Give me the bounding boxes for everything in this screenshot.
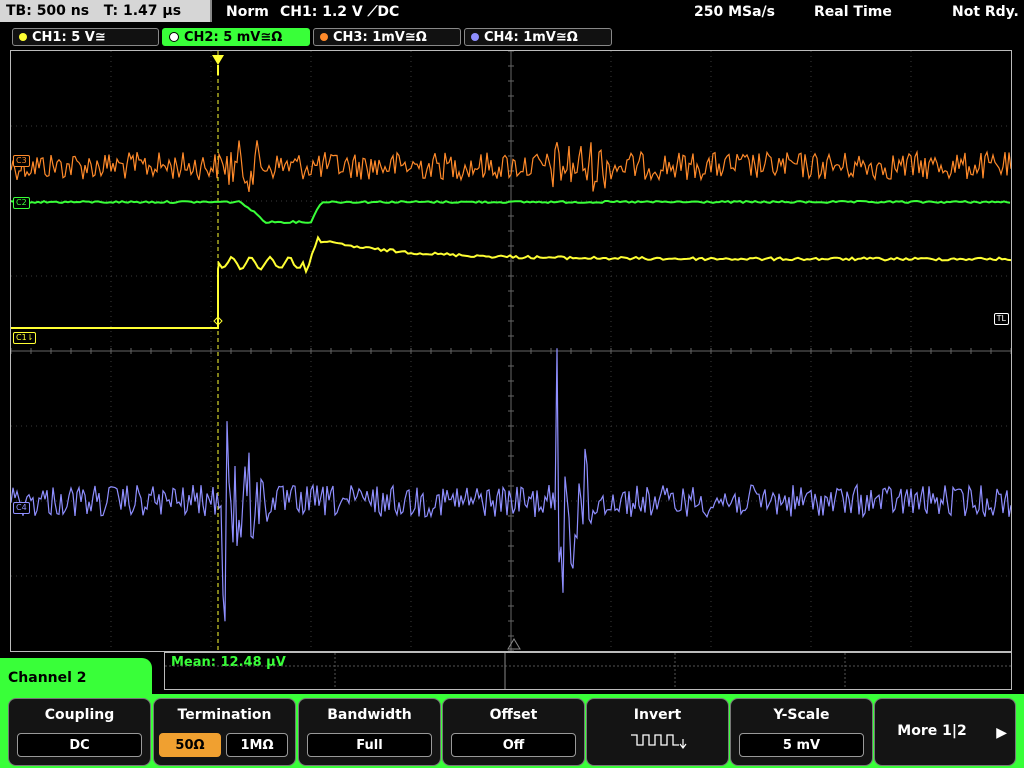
more-softkey[interactable]: More 1|2 ▶ [874, 698, 1016, 766]
coupling-value[interactable]: DC [17, 733, 142, 757]
ch4-color-dot [471, 32, 479, 41]
tab-ch2[interactable]: CH2: 5 mV≅Ω [162, 28, 310, 46]
tab-ch3[interactable]: CH3: 1mV≅Ω [313, 28, 461, 46]
termination-1m-ohm-option[interactable]: 1MΩ [226, 733, 288, 757]
more-label: More 1|2 [897, 723, 967, 739]
tab-ch1-label: CH1: 5 V≅ [32, 30, 106, 45]
coupling-label: Coupling [44, 707, 115, 723]
ch1-offset-marker[interactable]: C1⇂ [13, 332, 37, 344]
tab-ch2-label: CH2: 5 mV≅Ω [184, 30, 283, 45]
tab-ch4-label: CH4: 1mV≅Ω [484, 30, 578, 45]
bandwidth-softkey[interactable]: Bandwidth Full [298, 698, 441, 766]
trigger-position-marker-icon[interactable] [212, 55, 224, 65]
channel-tabs: CH1: 5 V≅ CH2: 5 mV≅Ω CH3: 1mV≅Ω CH4: 1m… [0, 26, 1024, 48]
ch3-color-dot [320, 32, 328, 41]
invert-waveform-icon [631, 734, 687, 749]
offset-value[interactable]: Off [451, 733, 576, 757]
ch4-offset-marker[interactable]: C4 [13, 502, 30, 514]
menu-title: Channel 2 [0, 658, 152, 698]
measurement-panel: Mean: 12.48 µV [164, 652, 1012, 690]
timebase-value: TB: 500 ns [6, 3, 90, 19]
trigger-position: T: 1.47 µs [103, 3, 182, 19]
y-scale-label: Y-Scale [773, 707, 830, 723]
tab-ch4[interactable]: CH4: 1mV≅Ω [464, 28, 612, 46]
invert-softkey[interactable]: Invert [586, 698, 729, 766]
ch3-offset-marker[interactable]: C3 [13, 155, 30, 167]
invert-label: Invert [633, 707, 682, 723]
termination-label: Termination [177, 707, 272, 723]
graticule [11, 51, 1011, 651]
termination-50-ohm-option[interactable]: 50Ω [159, 733, 221, 757]
bandwidth-label: Bandwidth [327, 707, 412, 723]
trigger-level-marker[interactable]: TL [993, 313, 1009, 325]
termination-softkey[interactable]: Termination 50Ω 1MΩ [153, 698, 296, 766]
trigger-mode[interactable]: Norm [226, 0, 269, 24]
tab-ch1[interactable]: CH1: 5 V≅ [12, 28, 159, 46]
bandwidth-value[interactable]: Full [307, 733, 432, 757]
sample-rate: 250 MSa/s [694, 4, 776, 20]
trigger-status: Not Rdy. [952, 4, 1019, 20]
acquisition-mode: Real Time [814, 4, 892, 20]
coupling-softkey[interactable]: Coupling DC [8, 698, 151, 766]
arrow-right-icon: ▶ [996, 725, 1007, 741]
offset-softkey[interactable]: Offset Off [442, 698, 585, 766]
timebase-readout[interactable]: TB: 500 ns T: 1.47 µs [0, 0, 212, 22]
offset-label: Offset [489, 707, 538, 723]
ch1-color-dot [19, 32, 27, 41]
trigger-info[interactable]: CH1: 1.2 V ⟋DC [280, 0, 399, 24]
status-bar: TB: 500 ns T: 1.47 µs Norm CH1: 1.2 V ⟋D… [0, 0, 1024, 24]
y-scale-value[interactable]: 5 mV [739, 733, 864, 757]
ch2-color-dot [169, 31, 179, 42]
waveform-display[interactable]: C3 C2 C1⇂ C4 TL [10, 50, 1012, 652]
waveform-canvas [11, 51, 1011, 651]
y-scale-softkey[interactable]: Y-Scale 5 mV [730, 698, 873, 766]
tab-ch3-label: CH3: 1mV≅Ω [333, 30, 427, 45]
ch2-offset-marker[interactable]: C2 [13, 197, 30, 209]
measurement-grid [165, 653, 1011, 689]
time-reference-marker-icon [507, 638, 521, 650]
